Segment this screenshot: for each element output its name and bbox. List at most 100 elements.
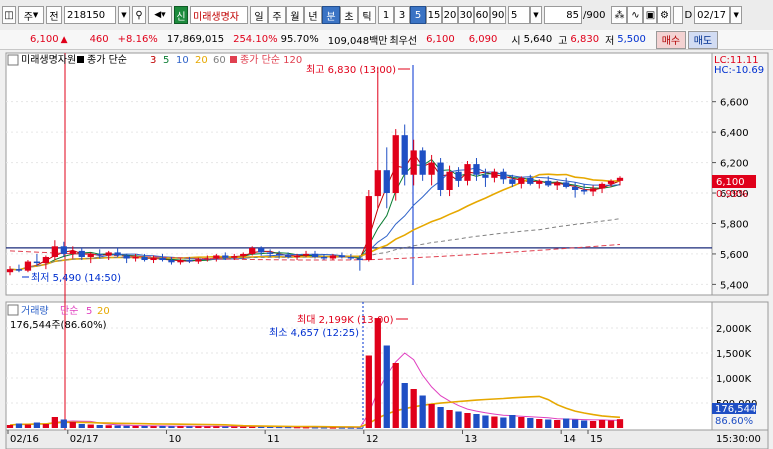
new-badge[interactable]: 신 — [174, 6, 188, 24]
volume-bar — [258, 426, 265, 428]
candle-body — [455, 171, 462, 181]
date-input[interactable]: 02/17 — [694, 6, 731, 24]
panel-checkbox-icon[interactable] — [7, 54, 19, 66]
tab-day[interactable]: 일 — [250, 6, 268, 24]
save-icon[interactable]: ▣ — [643, 6, 658, 24]
sell-button[interactable]: 매도 — [687, 30, 718, 49]
date-checkbox[interactable] — [673, 6, 684, 24]
volume-bar — [267, 427, 274, 428]
chevron-down-icon: ▼ — [32, 11, 39, 19]
window-icon[interactable]: ◫ — [2, 6, 16, 24]
ask-price: 6,100 — [426, 34, 455, 45]
stock-code-input[interactable]: 218150 — [64, 6, 116, 24]
candle-body — [258, 247, 265, 253]
candle-body — [60, 246, 67, 254]
candle-body — [114, 252, 121, 256]
hc-label: HC:-10.69 — [714, 65, 764, 76]
candle-body — [42, 256, 50, 264]
candle-body — [527, 177, 534, 184]
volume-label: 거래량 — [21, 305, 49, 317]
volume-bar — [33, 422, 41, 428]
interval-60[interactable]: 60 — [474, 6, 490, 24]
volume-bar — [141, 425, 148, 428]
draw-icon[interactable]: ∿ — [627, 6, 644, 24]
date-d-label: D — [684, 9, 693, 21]
tab-year[interactable]: 년 — [304, 6, 322, 24]
volume-bar — [51, 417, 58, 428]
volume-bar — [329, 427, 337, 429]
candle-body — [419, 150, 426, 175]
price-tick-label: 5,400 — [720, 280, 749, 291]
chart-window: ◫ 주 ▼ 전 218150 ▼ ⚲ ◀▾ 신 미래생명자 일 주 월 년 분 초… — [0, 0, 773, 449]
volume-bar — [195, 426, 202, 428]
interval-15[interactable]: 15 — [426, 6, 442, 24]
count-max: /900 — [583, 9, 606, 21]
candle-body — [275, 253, 283, 256]
volume-max-annotation: 최대 2,199K (13:00) — [297, 314, 394, 326]
interval-3[interactable]: 3 — [394, 6, 410, 24]
volume-bar — [392, 363, 399, 428]
market-select[interactable]: 주 ▼ — [18, 6, 44, 24]
tab-week[interactable]: 주 — [268, 6, 286, 24]
volume-bar — [428, 404, 435, 428]
volume-bar — [87, 424, 94, 428]
candle-body — [428, 162, 435, 175]
interval-90[interactable]: 90 — [490, 6, 506, 24]
candle-body — [123, 255, 130, 259]
current-price-tag-text: 6,100 — [716, 177, 745, 188]
candle-body — [410, 150, 417, 175]
volume-bar — [132, 426, 139, 428]
candle-body — [347, 256, 355, 259]
volume-checkbox-icon[interactable] — [7, 304, 19, 316]
volume-bar — [356, 427, 363, 429]
interval-30[interactable]: 30 — [458, 6, 474, 24]
candle-body — [464, 164, 471, 181]
jeon-button[interactable]: 전 — [46, 6, 62, 24]
volume-bar — [572, 419, 579, 428]
volume-bar — [159, 426, 166, 428]
date-dropdown-icon[interactable]: ▼ — [730, 6, 743, 24]
candle-body — [293, 255, 301, 257]
search-icon[interactable]: ⚲ — [132, 6, 146, 24]
interval-20[interactable]: 20 — [442, 6, 458, 24]
volume-bar — [105, 425, 112, 428]
candle-body — [473, 164, 480, 175]
chart-area[interactable]: 6,6006,4006,2006,0005,8005,6005,4002,000… — [0, 50, 773, 449]
open-price: 5,640 — [523, 34, 553, 45]
count-input[interactable]: 85 — [544, 6, 582, 24]
ma-long-swatch — [230, 56, 237, 63]
stock-name-field[interactable]: 미래생명자 — [190, 6, 248, 24]
interval-5[interactable]: 5 — [410, 6, 426, 24]
candle-body — [589, 188, 597, 192]
candle-body — [374, 170, 381, 197]
volume-bar — [437, 407, 444, 428]
candle-body — [518, 177, 525, 184]
high-label: 고 — [558, 36, 568, 47]
interval-select[interactable]: 5 — [508, 6, 530, 24]
candle-body — [33, 261, 41, 264]
candle-body — [240, 253, 247, 257]
volume-value: 17,869,015 — [166, 34, 225, 45]
candle-body — [311, 253, 319, 257]
candle-body — [607, 180, 615, 184]
tab-tick[interactable]: 틱 — [358, 6, 376, 24]
gear-icon[interactable]: ⚙ — [657, 6, 672, 24]
volume-bar — [401, 383, 408, 428]
candle-body — [563, 182, 570, 187]
ma-period-60: 60 — [213, 55, 226, 66]
interval-dropdown-icon[interactable]: ▼ — [530, 6, 542, 24]
candle-body — [213, 255, 220, 259]
buy-button[interactable]: 매수 — [655, 30, 686, 49]
candle-body — [392, 135, 399, 194]
code-dropdown-icon[interactable]: ▼ — [118, 6, 130, 24]
speaker-icon[interactable]: ◀▾ — [148, 6, 172, 24]
volume-tick-label: 2,000K — [716, 324, 752, 335]
tab-second[interactable]: 초 — [340, 6, 358, 24]
volume-bar — [249, 426, 256, 428]
grid-icon[interactable]: ⁂ — [611, 6, 628, 24]
tab-minute[interactable]: 분 — [322, 6, 340, 24]
quote-bar: 6,100 ▲ 460 +8.16% 17,869,015 254.10% 95… — [0, 30, 773, 50]
candle-body — [536, 180, 543, 184]
tab-month[interactable]: 월 — [286, 6, 304, 24]
interval-1[interactable]: 1 — [378, 6, 394, 24]
